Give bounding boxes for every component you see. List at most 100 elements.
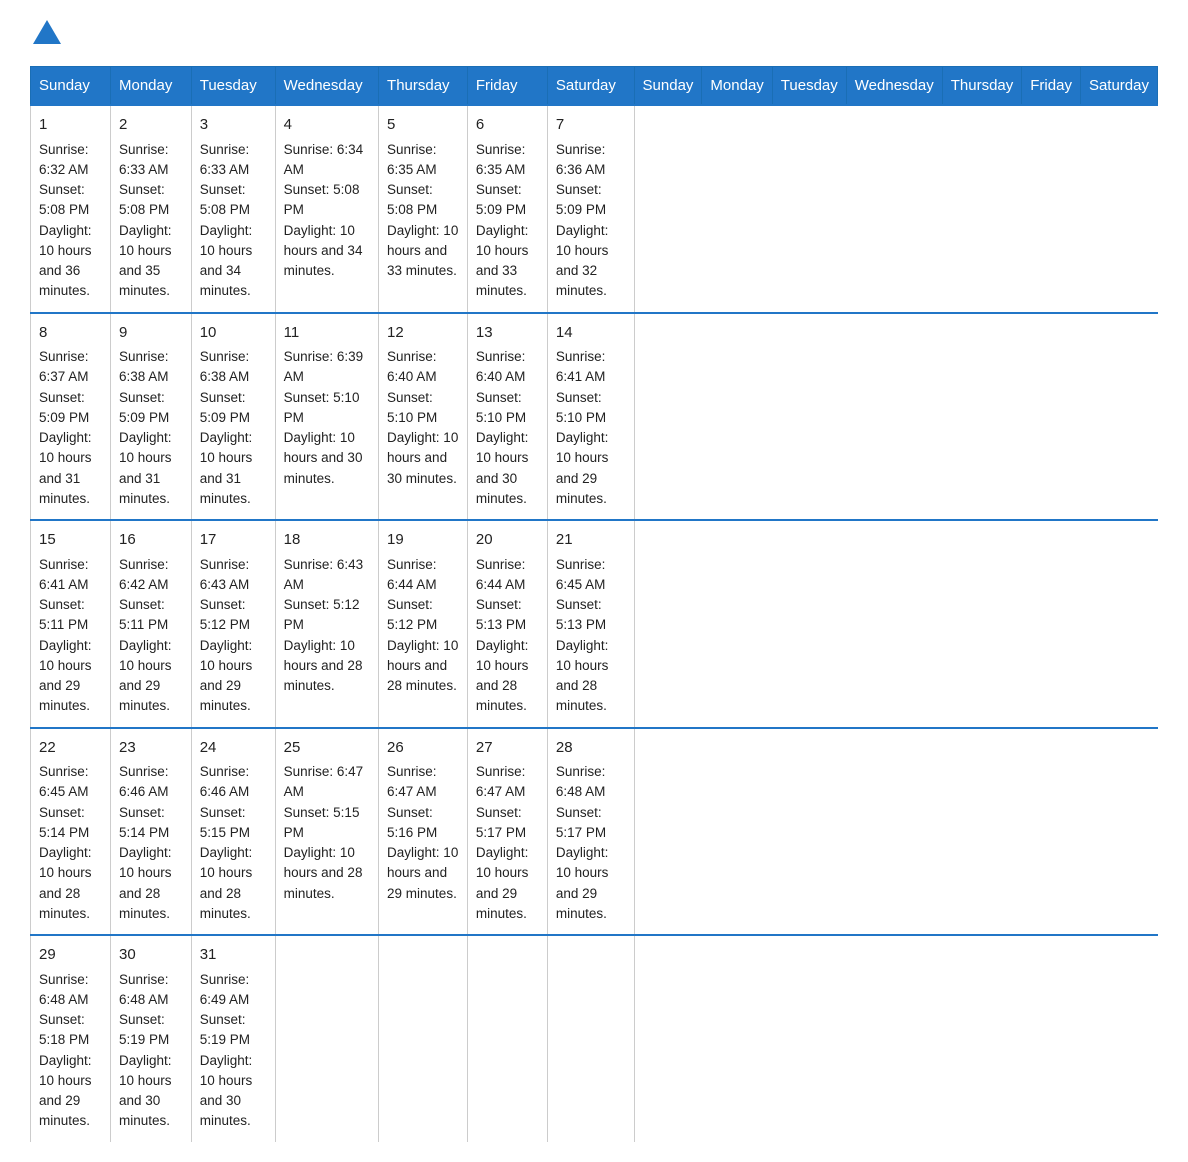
- calendar-cell: 30Sunrise: 6:48 AMSunset: 5:19 PMDayligh…: [110, 935, 191, 1142]
- daylight-label: Daylight: 10 hours and 29 minutes.: [200, 638, 253, 714]
- day-number: 11: [284, 322, 370, 345]
- sunrise-label: Sunrise: 6:49 AM: [200, 972, 250, 1007]
- daylight-label: Daylight: 10 hours and 31 minutes.: [39, 430, 92, 506]
- calendar-cell: [275, 935, 378, 1142]
- calendar-cell: 28Sunrise: 6:48 AMSunset: 5:17 PMDayligh…: [547, 728, 634, 936]
- day-number: 16: [119, 529, 183, 552]
- day-number: 2: [119, 114, 183, 137]
- calendar-cell: 15 Sunrise: 6:41 AM Sunset: 5:11 PM Dayligh…: [31, 520, 111, 728]
- day-number: 3: [200, 114, 267, 137]
- week-row-1: 1 Sunrise: 6:32 AM Sunset: 5:08 PM Daylight…: [31, 105, 1158, 313]
- calendar-cell: 11Sunrise: 6:39 AMSunset: 5:10 PMDayligh…: [275, 313, 378, 521]
- sunrise-label: Sunrise: 6:47 AM: [476, 764, 526, 799]
- day-number: 22: [39, 737, 102, 760]
- day-number: 20: [476, 529, 539, 552]
- sunset-label: Sunset: 5:17 PM: [476, 805, 526, 840]
- sunset-label: Sunset: 5:11 PM: [39, 597, 88, 632]
- sunset-label: Sunset: 5:08 PM: [39, 182, 89, 217]
- weekday-header-monday: Monday: [702, 67, 772, 106]
- sunrise-label: Sunrise: 6:47 AM: [284, 764, 364, 799]
- sunrise-label: Sunrise: 6:36 AM: [556, 142, 606, 177]
- weekday-header-thursday: Thursday: [942, 67, 1022, 106]
- day-number: 27: [476, 737, 539, 760]
- daylight-label: Daylight: 10 hours and 31 minutes.: [200, 430, 253, 506]
- calendar-cell: 8Sunrise: 6:37 AMSunset: 5:09 PMDaylight…: [31, 313, 111, 521]
- daylight-label: Daylight: 10 hours and 29 minutes.: [556, 430, 609, 506]
- sunrise-label: Sunrise: 6:43 AM: [200, 557, 250, 592]
- header-sunday: Sunday: [31, 67, 111, 106]
- header-saturday: Saturday: [547, 67, 634, 106]
- calendar-cell: 16Sunrise: 6:42 AMSunset: 5:11 PMDayligh…: [110, 520, 191, 728]
- sunrise-label: Sunrise: 6:37 AM: [39, 349, 89, 384]
- daylight-label: Daylight: 10 hours and 29 minutes.: [39, 638, 92, 714]
- logo: [30, 20, 61, 46]
- daylight-label: Daylight: 10 hours and 30 minutes.: [119, 1053, 172, 1129]
- sunrise-label: Sunrise: 6:32 AM: [39, 142, 89, 177]
- day-number: 28: [556, 737, 626, 760]
- sunset-label: Sunset: 5:15 PM: [200, 805, 250, 840]
- logo-triangle-icon: [33, 20, 61, 44]
- day-number: 17: [200, 529, 267, 552]
- day-number: 8: [39, 322, 102, 345]
- day-number: 23: [119, 737, 183, 760]
- daylight-label: Daylight: 10 hours and 29 minutes.: [39, 1053, 92, 1129]
- sunset-label: Sunset: 5:12 PM: [200, 597, 250, 632]
- header-wednesday: Wednesday: [275, 67, 378, 106]
- day-number: 30: [119, 944, 183, 967]
- weekday-header-wednesday: Wednesday: [846, 67, 942, 106]
- daylight-label: Daylight: 10 hours and 29 minutes.: [119, 638, 172, 714]
- day-number: 9: [119, 322, 183, 345]
- sunrise-label: Sunrise: 6:42 AM: [119, 557, 169, 592]
- day-number: 5: [387, 114, 459, 137]
- day-number: 6: [476, 114, 539, 137]
- daylight-label: Daylight: 10 hours and 29 minutes.: [556, 845, 609, 921]
- sunrise-label: Sunrise: 6:41 AM: [556, 349, 606, 384]
- sunset-label: Sunset: 5:13 PM: [556, 597, 606, 632]
- sunrise-label: Sunrise: 6:48 AM: [119, 972, 169, 1007]
- sunrise-label: Sunrise: 6:33 AM: [119, 142, 169, 177]
- sunset-label: Sunset: 5:16 PM: [387, 805, 437, 840]
- calendar-cell: [547, 935, 634, 1142]
- sunset-label: Sunset: 5:09 PM: [200, 390, 250, 425]
- sunrise-label: Sunrise: 6:38 AM: [119, 349, 169, 384]
- weekday-header-friday: Friday: [1022, 67, 1081, 106]
- daylight-label: Daylight: 10 hours and 28 minutes.: [387, 638, 458, 694]
- sunset-label: Sunset: 5:18 PM: [39, 1012, 89, 1047]
- header-friday: Friday: [467, 67, 547, 106]
- calendar-cell: 26Sunrise: 6:47 AMSunset: 5:16 PMDayligh…: [379, 728, 468, 936]
- daylight-label: Daylight: 10 hours and 31 minutes.: [119, 430, 172, 506]
- calendar-cell: 7Sunrise: 6:36 AMSunset: 5:09 PMDaylight…: [547, 105, 634, 313]
- calendar-cell: 24Sunrise: 6:46 AMSunset: 5:15 PMDayligh…: [191, 728, 275, 936]
- weekday-header-saturday: Saturday: [1080, 67, 1157, 106]
- sunset-label: Sunset: 5:08 PM: [387, 182, 437, 217]
- calendar-cell: 9Sunrise: 6:38 AMSunset: 5:09 PMDaylight…: [110, 313, 191, 521]
- sunrise-label: Sunrise: 6:46 AM: [200, 764, 250, 799]
- daylight-label: Daylight: 10 hours and 34 minutes.: [200, 223, 253, 299]
- sunset-label: Sunset: 5:08 PM: [284, 182, 360, 217]
- sunrise-label: Sunrise: 6:38 AM: [200, 349, 250, 384]
- sunrise-label: Sunrise: 6:47 AM: [387, 764, 437, 799]
- header-monday: Monday: [110, 67, 191, 106]
- day-number: 10: [200, 322, 267, 345]
- sunset-label: Sunset: 5:12 PM: [284, 597, 360, 632]
- calendar-cell: 19Sunrise: 6:44 AMSunset: 5:12 PMDayligh…: [379, 520, 468, 728]
- calendar-cell: 12Sunrise: 6:40 AMSunset: 5:10 PMDayligh…: [379, 313, 468, 521]
- sunrise-label: Sunrise: 6:41 AM: [39, 557, 89, 592]
- daylight-label: Daylight: 10 hours and 32 minutes.: [556, 223, 609, 299]
- calendar-cell: 3Sunrise: 6:33 AMSunset: 5:08 PMDaylight…: [191, 105, 275, 313]
- sunset-label: Sunset: 5:17 PM: [556, 805, 606, 840]
- daylight-label: Daylight: 10 hours and 30 minutes.: [476, 430, 529, 506]
- sunset-label: Sunset: 5:15 PM: [284, 805, 360, 840]
- day-number: 18: [284, 529, 370, 552]
- day-number: 1: [39, 114, 102, 137]
- sunrise-label: Sunrise: 6:44 AM: [387, 557, 437, 592]
- sunrise-label: Sunrise: 6:34 AM: [284, 142, 364, 177]
- daylight-label: Daylight: 10 hours and 29 minutes.: [476, 845, 529, 921]
- day-number: 15: [39, 529, 102, 552]
- day-number: 21: [556, 529, 626, 552]
- day-number: 31: [200, 944, 267, 967]
- day-number: 29: [39, 944, 102, 967]
- sunset-label: Sunset: 5:19 PM: [200, 1012, 250, 1047]
- sunset-label: Sunset: 5:10 PM: [387, 390, 437, 425]
- calendar-cell: 27 Sunrise: 6:47 AM Sunset: 5:17 PM Dayligh…: [467, 728, 547, 936]
